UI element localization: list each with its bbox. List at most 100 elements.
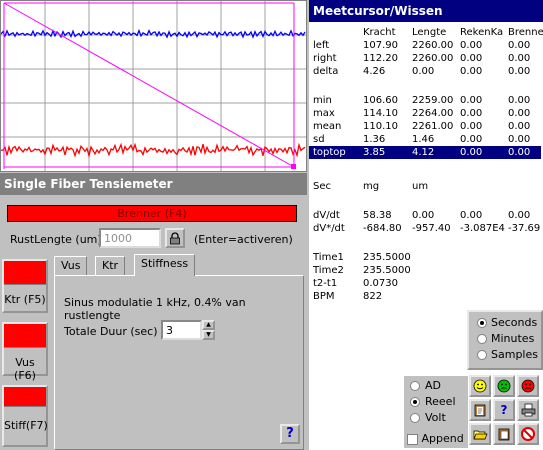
clipboard-icon bbox=[474, 404, 486, 417]
row-label: dV*/dt bbox=[313, 223, 345, 234]
rustlengte-input[interactable]: 1000 bbox=[99, 228, 161, 248]
timescale-group: Seconds Minutes Samples bbox=[467, 310, 543, 370]
row-label: dV/dt bbox=[313, 210, 340, 221]
vus-button[interactable]: Vus (F6) bbox=[2, 322, 48, 382]
timescale-option[interactable]: Samples bbox=[477, 348, 538, 361]
column-headers: Kracht Lengte RekenKa Brenner bbox=[313, 26, 543, 39]
cell-value: 107.90 bbox=[363, 40, 398, 51]
time-value: 235.5000 bbox=[363, 265, 411, 276]
cell-value: 0.00 bbox=[460, 108, 483, 119]
cell-value: 0.00 bbox=[508, 147, 531, 158]
tab-ktr[interactable]: Ktr bbox=[95, 256, 126, 275]
cell-value: 2260.00 bbox=[412, 53, 454, 64]
signal-plot[interactable] bbox=[0, 0, 307, 172]
row-label: mean bbox=[313, 121, 342, 132]
deriv-row: dV/dt 58.38 0.00 0.00 0.00 bbox=[313, 209, 541, 222]
cell-value: 4.12 bbox=[412, 147, 435, 158]
table-row[interactable]: left 107.90 2260.00 0.00 0.00 bbox=[313, 39, 541, 52]
vus-indicator bbox=[4, 324, 46, 348]
spin-up-button[interactable]: ▲ bbox=[202, 320, 215, 330]
open-folder-icon bbox=[472, 430, 488, 439]
ktr-indicator bbox=[4, 261, 46, 285]
help-icon: ? bbox=[500, 403, 508, 417]
table-row[interactable]: sd 1.36 1.46 0.00 0.00 bbox=[313, 133, 541, 146]
cell-value: -957.40 bbox=[412, 223, 451, 234]
timescale-option[interactable]: Seconds bbox=[477, 316, 537, 329]
col-header: RekenKa bbox=[460, 27, 504, 38]
deriv-row: dV*/dt -684.80 -957.40 -3.087E4 -37.69 bbox=[313, 222, 541, 235]
help-button[interactable]: ? bbox=[280, 424, 300, 444]
cell-value: 2259.00 bbox=[412, 95, 454, 106]
radio-button[interactable] bbox=[477, 318, 487, 328]
kracht-trace bbox=[0, 28, 306, 39]
printer-icon bbox=[521, 403, 535, 417]
cell-value: 0.00 bbox=[460, 40, 483, 51]
unit-option[interactable]: Reeel bbox=[410, 395, 456, 408]
col-header: Brenner bbox=[508, 27, 543, 38]
totale-duur-input[interactable]: 3 bbox=[161, 320, 202, 340]
unit-value: mg bbox=[363, 181, 380, 192]
tab-vus[interactable]: Vus bbox=[54, 256, 88, 275]
radio-button[interactable] bbox=[410, 413, 420, 423]
smiley-green-icon bbox=[497, 379, 511, 393]
vus-button-label: Vus (F6) bbox=[14, 356, 36, 382]
radio-label: Samples bbox=[491, 348, 538, 361]
ktr-button[interactable]: Ktr (F5) bbox=[2, 259, 48, 313]
radio-button[interactable] bbox=[410, 397, 420, 407]
measurement-table: Kracht Lengte RekenKa Brenner left 107.90… bbox=[309, 22, 543, 450]
append-option[interactable]: Append bbox=[407, 432, 464, 445]
brenner-button[interactable]: Brenner (F4) bbox=[7, 205, 297, 222]
unit-value: um bbox=[412, 181, 429, 192]
timescale-option[interactable]: Minutes bbox=[477, 332, 534, 345]
append-checkbox[interactable] bbox=[407, 433, 418, 445]
cell-value: 106.60 bbox=[363, 95, 398, 106]
time-row: t2-t1 0.0730 bbox=[313, 277, 453, 290]
cell-value: 0.00 bbox=[508, 121, 531, 132]
tab-stiffness[interactable]: Stiffness bbox=[134, 254, 196, 276]
cell-value: 2260.00 bbox=[412, 40, 454, 51]
smiley-yellow-icon bbox=[473, 379, 487, 393]
smiley-red-button[interactable] bbox=[517, 375, 539, 397]
time-row: Time2 235.5000 bbox=[313, 264, 453, 277]
cell-value: 0.00 bbox=[460, 210, 483, 221]
stop-button[interactable] bbox=[517, 423, 539, 445]
table-row[interactable]: min 106.60 2259.00 0.00 0.00 bbox=[313, 94, 541, 107]
unit-option[interactable]: AD bbox=[410, 379, 441, 392]
unit-option[interactable]: Volt bbox=[410, 411, 446, 424]
radio-button[interactable] bbox=[477, 334, 487, 344]
smiley-yellow-button[interactable] bbox=[469, 375, 491, 397]
ktr-button-label: Ktr (F5) bbox=[4, 293, 46, 306]
stiffness-description: Sinus modulatie 1 kHz, 0.4% van rustleng… bbox=[64, 296, 246, 322]
cell-value: 4.26 bbox=[363, 66, 386, 77]
row-label: delta bbox=[313, 66, 339, 77]
clipboard-button[interactable] bbox=[469, 399, 491, 421]
table-row[interactable]: max 114.10 2264.00 0.00 0.00 bbox=[313, 107, 541, 120]
stiff-button[interactable]: Stiff(F7) bbox=[2, 385, 48, 447]
table-row[interactable]: delta 4.26 0.00 0.00 0.00 bbox=[313, 65, 541, 78]
cell-value: 0.00 bbox=[460, 53, 483, 64]
cell-value: 0.00 bbox=[460, 95, 483, 106]
radio-button[interactable] bbox=[410, 381, 420, 391]
table-row[interactable]: toptop 3.85 4.12 0.00 0.00 bbox=[309, 146, 541, 159]
cell-value: 0.00 bbox=[508, 95, 531, 106]
lock-button[interactable] bbox=[165, 228, 185, 248]
stiff-button-label: Stiff(F7) bbox=[4, 419, 48, 432]
spin-down-button[interactable]: ▼ bbox=[202, 330, 215, 340]
no-entry-icon bbox=[521, 427, 535, 441]
help-button-2[interactable]: ? bbox=[493, 399, 515, 421]
open-button[interactable] bbox=[469, 423, 491, 445]
paste-icon bbox=[498, 428, 510, 441]
table-row[interactable]: right 112.20 2260.00 0.00 0.00 bbox=[313, 52, 541, 65]
print-button[interactable] bbox=[517, 399, 539, 421]
radio-label: Minutes bbox=[491, 332, 535, 345]
radio-button[interactable] bbox=[477, 350, 487, 360]
smiley-green-button[interactable] bbox=[493, 375, 515, 397]
radio-label: AD bbox=[425, 379, 441, 392]
cell-value: -3.087E4 bbox=[460, 223, 505, 234]
table-row[interactable]: mean 110.10 2261.00 0.00 0.00 bbox=[313, 120, 541, 133]
col-header: Kracht bbox=[363, 27, 396, 38]
paste-button[interactable] bbox=[493, 423, 515, 445]
rustlengte-label: RustLengte (um) bbox=[10, 233, 102, 246]
row-label: Time1 bbox=[313, 252, 344, 263]
row-label: left bbox=[313, 40, 330, 51]
